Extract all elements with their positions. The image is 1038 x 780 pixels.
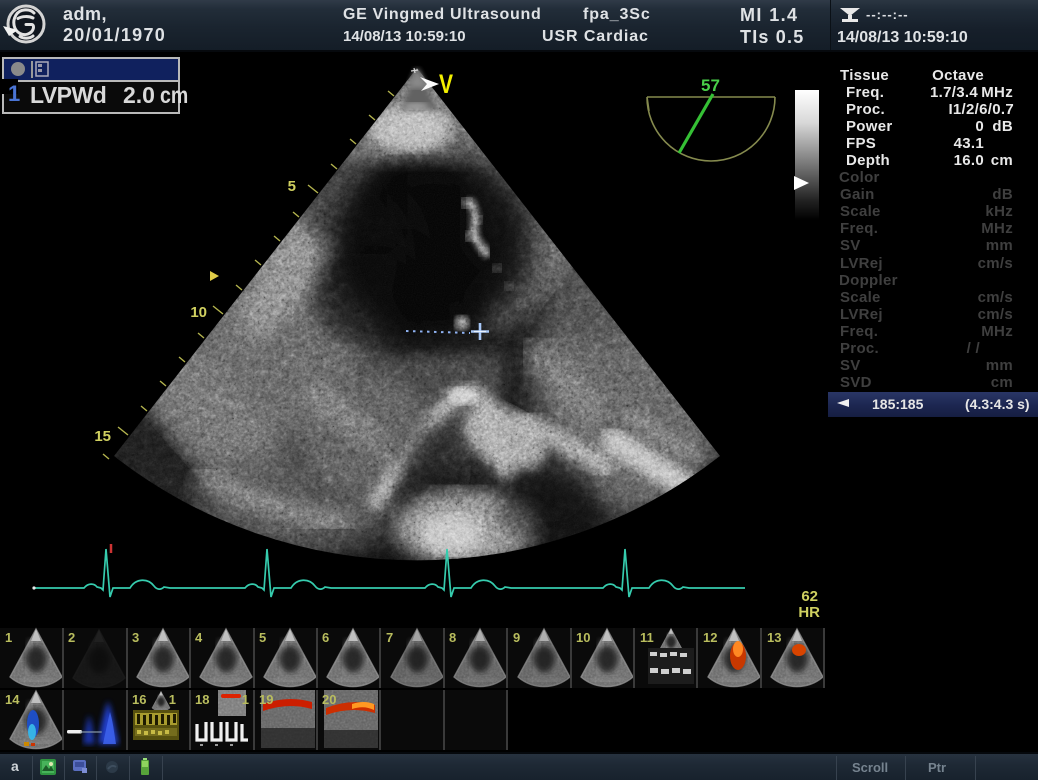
svg-text:14: 14 xyxy=(5,692,20,707)
svg-text:9: 9 xyxy=(513,630,520,645)
svg-text:10: 10 xyxy=(190,304,207,321)
svg-text:7: 7 xyxy=(386,630,393,645)
svg-text:18: 18 xyxy=(195,692,209,707)
svg-text:1: 1 xyxy=(5,630,12,645)
svg-text:4: 4 xyxy=(195,630,203,645)
svg-text:6: 6 xyxy=(322,630,329,645)
svg-text:12: 12 xyxy=(703,630,717,645)
svg-text:5: 5 xyxy=(288,178,296,195)
svg-text:11: 11 xyxy=(640,630,654,645)
svg-text:1: 1 xyxy=(169,692,176,707)
svg-text:HR: HR xyxy=(798,604,820,621)
svg-text:V: V xyxy=(439,70,453,100)
svg-text:1: 1 xyxy=(242,692,249,707)
svg-text:10: 10 xyxy=(576,630,590,645)
svg-text:13: 13 xyxy=(767,630,781,645)
svg-text:19: 19 xyxy=(259,692,273,707)
svg-text:3: 3 xyxy=(132,630,139,645)
svg-text:16: 16 xyxy=(132,692,146,707)
svg-text:15: 15 xyxy=(94,428,111,445)
svg-text:8: 8 xyxy=(449,630,456,645)
svg-text:5: 5 xyxy=(259,630,266,645)
svg-text:62: 62 xyxy=(801,588,818,605)
svg-text:20: 20 xyxy=(322,692,336,707)
svg-text:2: 2 xyxy=(68,630,75,645)
svg-text:57: 57 xyxy=(701,76,720,95)
